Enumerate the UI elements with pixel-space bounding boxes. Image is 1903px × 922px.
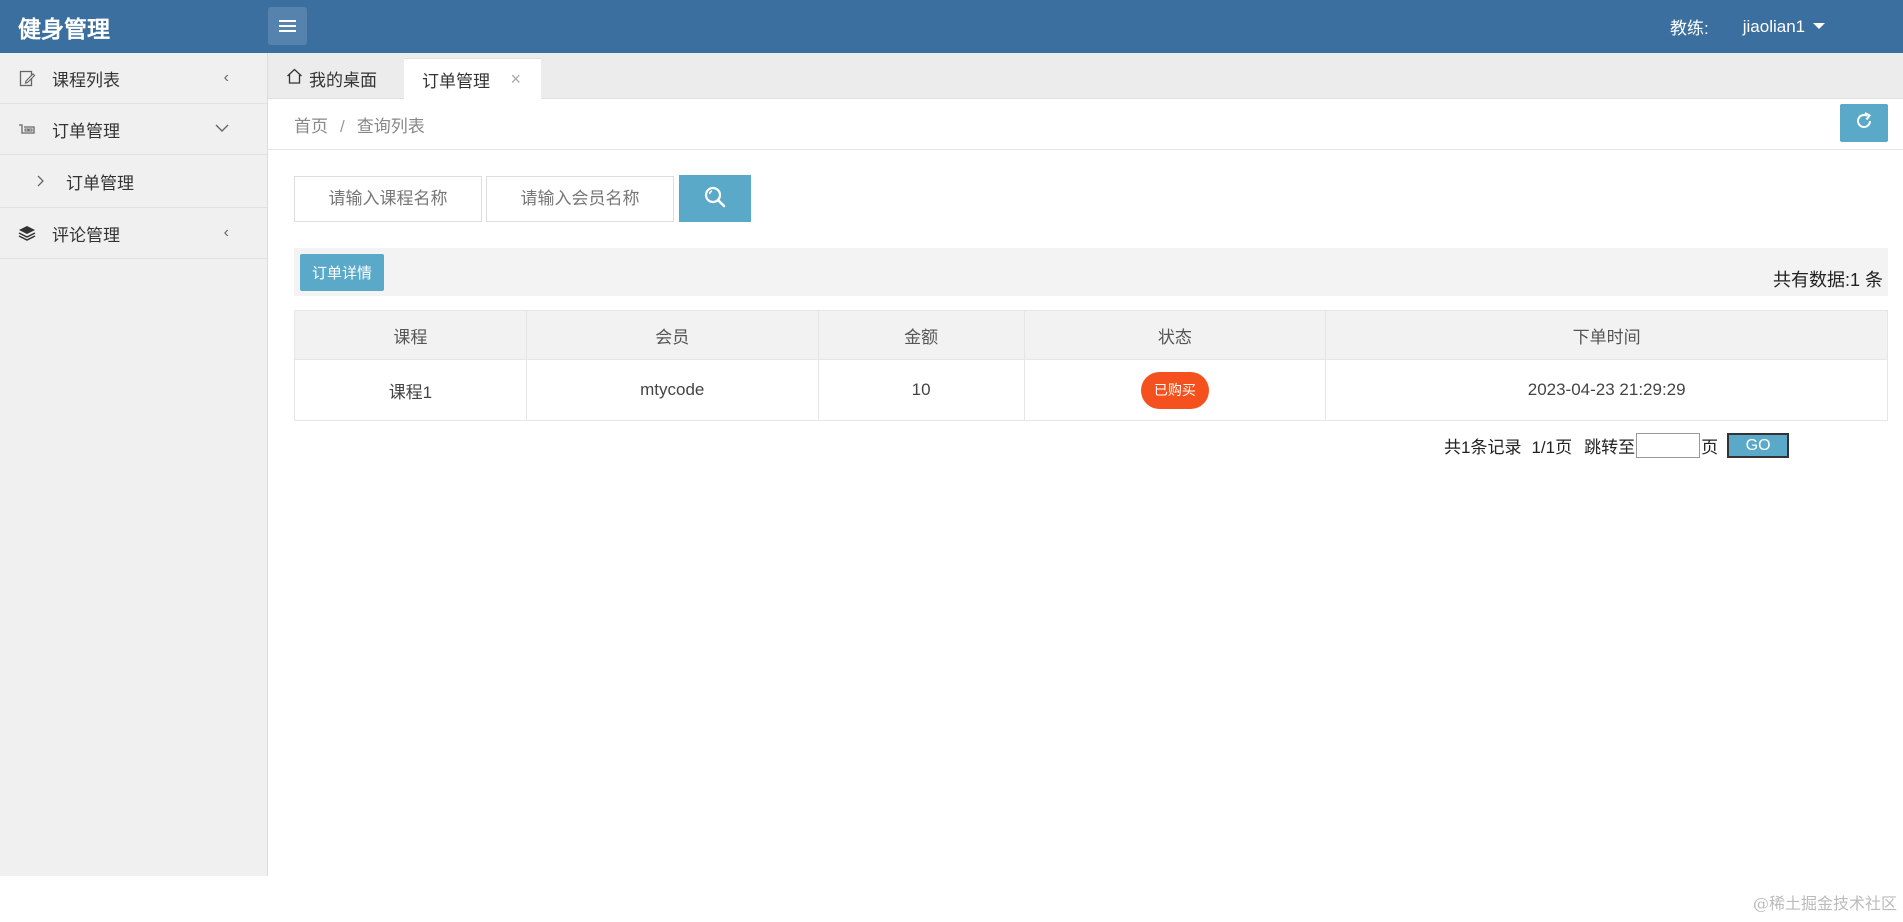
sidebar-item-orders[interactable]: 订单管理 [0, 104, 267, 155]
close-icon[interactable]: × [510, 69, 521, 90]
order-detail-button[interactable]: 订单详情 [300, 254, 384, 291]
tab-home[interactable]: 我的桌面 [286, 58, 377, 99]
breadcrumb-home[interactable]: 首页 [294, 117, 328, 136]
table-toolbar: 订单详情 共有数据:1 条 [294, 248, 1888, 296]
pagination: 共1条记录 1/1页 跳转至 页 GO [1444, 433, 1790, 458]
sidebar-subitem-orders[interactable]: 订单管理 [0, 155, 267, 208]
record-count: 共有数据:1 条 [1772, 270, 1883, 290]
user-area: 教练: jiaolian1 [1670, 14, 1826, 39]
tab-label: 订单管理 [422, 71, 490, 91]
go-button[interactable]: GO [1727, 433, 1790, 458]
search-icon [703, 185, 727, 212]
breadcrumb-separator: / [340, 117, 345, 136]
cell-order-time: 2023-04-23 21:29:29 [1325, 359, 1888, 421]
pagination-page-suffix: 页 [1701, 438, 1719, 457]
pagination-pages: 1/1页 [1531, 438, 1573, 457]
sidebar-item-label: 订单管理 [52, 121, 120, 141]
column-header: 状态 [1023, 310, 1327, 360]
tab-label: 我的桌面 [309, 71, 377, 90]
username: jiaolian1 [1742, 16, 1806, 36]
cell-status: 已购买 [1023, 359, 1327, 421]
menu-toggle-button[interactable] [268, 7, 307, 45]
breadcrumb-current: 查询列表 [356, 117, 425, 136]
tab-bar: 我的桌面 订单管理 × [268, 53, 1903, 99]
sidebar: 课程列表 ‹ 订单管理 订单管理 评论管理 ‹ [0, 53, 268, 876]
sidebar-item-label: 评论管理 [52, 225, 120, 245]
cell-member: mtycode [525, 359, 819, 421]
pagination-jump-label: 跳转至 [1584, 438, 1636, 457]
member-name-input[interactable] [486, 176, 674, 222]
app-title: 健身管理 [18, 16, 110, 42]
column-header: 会员 [525, 310, 819, 360]
chevron-down-icon [215, 120, 229, 138]
page-jump-input[interactable] [1636, 433, 1701, 458]
top-header: 健身管理 教练: jiaolian1 [0, 0, 1903, 53]
breadcrumb-bar: 首页 / 查询列表 [268, 99, 1903, 150]
sidebar-item-courses[interactable]: 课程列表 ‹ [0, 53, 267, 104]
tab-orders[interactable]: 订单管理 × [404, 58, 541, 99]
home-icon [286, 68, 303, 89]
table-row[interactable]: 课程1 mtycode 10 已购买 2023-04-23 21:29:29 [294, 359, 1888, 421]
role-label: 教练: [1670, 19, 1709, 38]
caret-down-icon [1813, 22, 1826, 29]
refresh-button[interactable] [1840, 104, 1888, 142]
chevron-left-icon: ‹ [223, 69, 229, 86]
cart-icon [18, 120, 36, 138]
status-badge: 已购买 [1140, 371, 1209, 409]
layers-icon [18, 224, 36, 242]
cell-course: 课程1 [294, 359, 527, 421]
edit-document-icon [18, 69, 36, 87]
chevron-left-icon: ‹ [223, 224, 229, 241]
menu-icon [279, 20, 296, 22]
pagination-records: 共1条记录 [1444, 438, 1522, 457]
search-button[interactable] [679, 175, 751, 222]
watermark-footer: @稀土掘金技术社区 [1752, 894, 1897, 913]
breadcrumb: 首页 / 查询列表 [294, 112, 425, 137]
table-header-row: 课程 会员 金额 状态 下单时间 [294, 310, 1888, 360]
orders-table: 课程 会员 金额 状态 下单时间 课程1 mtycode 10 已购买 2023… [294, 310, 1888, 421]
column-header: 课程 [294, 310, 527, 360]
course-name-input[interactable] [294, 176, 482, 222]
sidebar-item-label: 订单管理 [66, 173, 134, 193]
column-header: 金额 [817, 310, 1025, 360]
cell-amount: 10 [817, 359, 1025, 421]
sidebar-item-label: 课程列表 [52, 70, 120, 90]
sidebar-item-comments[interactable]: 评论管理 ‹ [0, 208, 267, 259]
user-menu[interactable]: jiaolian1 [1742, 16, 1826, 37]
chevron-right-icon [32, 172, 50, 190]
column-header: 下单时间 [1325, 310, 1888, 360]
refresh-icon [1854, 111, 1874, 136]
